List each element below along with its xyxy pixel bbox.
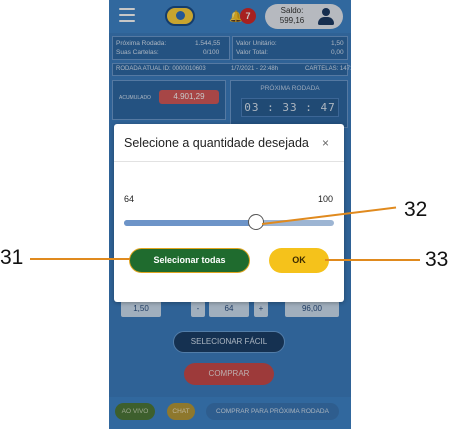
callout-label-31: 31: [0, 246, 24, 269]
callout-line-33: [325, 259, 420, 261]
callout-line-31: [30, 258, 130, 260]
close-icon[interactable]: ×: [322, 136, 329, 150]
range-max-label: 100: [318, 194, 334, 204]
range-min-label: 64: [124, 194, 135, 204]
select-all-button[interactable]: Selecionar todas: [129, 248, 250, 273]
screenshot: 🔔 7 Saldo: 599,16 Próxima Rodada: 1.544,…: [0, 0, 457, 429]
dialog-divider: [114, 161, 344, 162]
dialog-title: Selecione a quantidade desejada: [124, 136, 309, 150]
callout-label-32: 32: [404, 198, 428, 221]
callout-label-33: 33: [425, 248, 449, 271]
quantity-dialog: Selecione a quantidade desejada × 64 100…: [114, 124, 344, 302]
ok-button[interactable]: OK: [269, 248, 329, 273]
quantity-slider-track[interactable]: [124, 220, 334, 226]
quantity-slider-fill: [124, 220, 257, 226]
